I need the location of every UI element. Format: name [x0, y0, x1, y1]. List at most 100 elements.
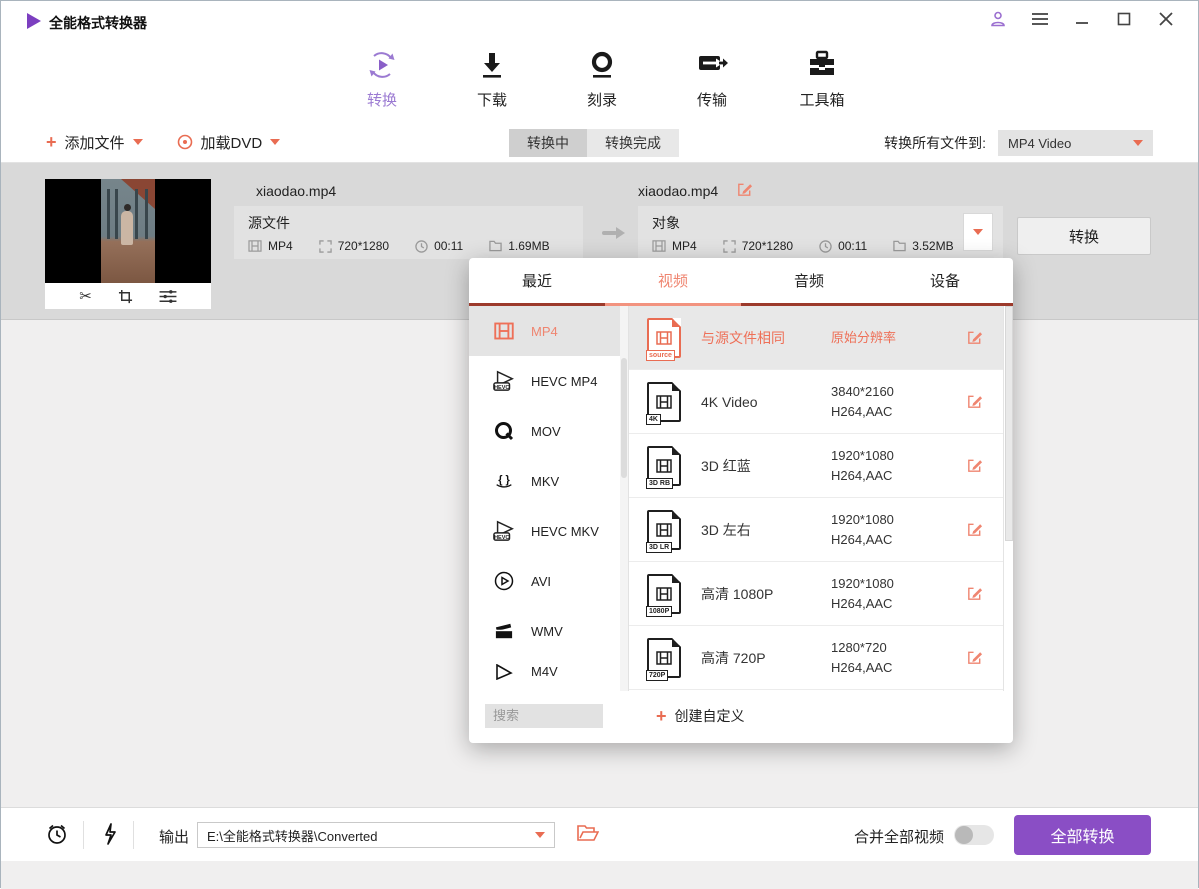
hevc-play-icon: HEVC [491, 520, 517, 542]
transfer-icon [695, 49, 729, 81]
create-custom-button[interactable]: + 创建自定义 [656, 706, 745, 726]
popup-tab-video[interactable]: 视频 [605, 258, 741, 303]
tab-finished[interactable]: 转换完成 [587, 129, 679, 157]
edit-preset-icon[interactable] [966, 649, 983, 666]
merge-videos-toggle[interactable] [954, 825, 994, 845]
preset-same-as-source[interactable]: source 与源文件相同 原始分辨率 [629, 306, 1013, 370]
close-button[interactable] [1156, 9, 1176, 29]
convert-file-button[interactable]: 转换 [1017, 217, 1151, 255]
format-item-mkv[interactable]: { } MKV [469, 456, 628, 506]
nav-label-convert: 转换 [367, 89, 397, 110]
edit-preset-icon[interactable] [966, 521, 983, 538]
format-item-avi[interactable]: AVI [469, 556, 628, 606]
convert-status-tabs: 转换中 转换完成 [509, 129, 679, 157]
folder-size-icon [893, 240, 906, 252]
edit-preset-icon[interactable] [966, 393, 983, 410]
footer-bar: 输出 E:\全能格式转换器\Converted 合并全部视频 全部转换 [1, 807, 1198, 861]
preset-hd-1080p[interactable]: 1080P 高清 1080P 1920*1080H264,AAC [629, 562, 1013, 626]
preset-3d-left-right[interactable]: 3D LR 3D 左右 1920*1080H264,AAC [629, 498, 1013, 562]
chevron-down-icon [270, 139, 280, 145]
nav-tab-convert[interactable]: 转换 [346, 49, 418, 110]
load-dvd-label: 加载DVD [201, 132, 263, 153]
thumbnail-toolbar: ✂ [45, 283, 211, 309]
resolution-icon [319, 240, 332, 253]
clapperboard-icon [491, 622, 517, 640]
chevron-down-icon [535, 832, 545, 838]
output-path-value: E:\全能格式转换器\Converted [207, 826, 378, 845]
format-search-input[interactable] [485, 704, 603, 728]
play-outline-icon [491, 664, 517, 680]
crop-icon[interactable] [118, 289, 133, 304]
load-dvd-button[interactable]: 加载DVD [177, 132, 281, 153]
target-file-name: xiaodao.mp4 [638, 183, 718, 199]
quicktime-icon [491, 421, 517, 441]
tab-converting[interactable]: 转换中 [509, 129, 587, 157]
mp4-format-icon [491, 322, 517, 340]
source-info-box: 源文件 MP4 720*1280 00:11 1.69MB [234, 206, 583, 259]
matroska-icon: { } [491, 471, 517, 491]
preset-list-scrollbar[interactable] [1003, 306, 1013, 691]
format-item-hevc-mp4[interactable]: HEVC HEVC MP4 [469, 356, 628, 406]
source-preset-icon: source [647, 318, 681, 358]
nav-tab-transfer[interactable]: 传输 [676, 49, 748, 110]
target-size: 3.52MB [912, 239, 953, 253]
account-icon[interactable] [988, 9, 1008, 29]
output-path-select[interactable]: E:\全能格式转换器\Converted [197, 822, 555, 848]
toolbox-icon [806, 49, 838, 81]
burn-disc-icon [587, 49, 617, 81]
preset-4k-video[interactable]: 4K 4K Video 3840*2160H264,AAC [629, 370, 1013, 434]
popup-tab-device[interactable]: 设备 [877, 258, 1013, 303]
nav-tab-burn[interactable]: 刻录 [566, 49, 638, 110]
clock-icon [415, 240, 428, 253]
preset-3d-red-blue[interactable]: 3D RB 3D 红蓝 1920*1080H264,AAC [629, 434, 1013, 498]
target-resolution: 720*1280 [742, 239, 793, 253]
source-resolution: 720*1280 [338, 239, 389, 253]
schedule-alarm-icon[interactable] [45, 822, 69, 846]
effects-sliders-icon[interactable] [159, 289, 177, 304]
toolbar: + 添加文件 加载DVD 转换中 转换完成 转换所有文件到: MP4 Video [1, 122, 1198, 163]
main-nav: 转换 下载 刻录 传输 工具箱 [1, 41, 1198, 122]
popup-footer: + 创建自定义 [469, 691, 1013, 740]
preset-hd-720p[interactable]: 720P 高清 720P 1280*720H264,AAC [629, 626, 1013, 690]
folder-size-icon [489, 240, 502, 252]
edit-preset-icon[interactable] [966, 329, 983, 346]
convert-all-button[interactable]: 全部转换 [1014, 815, 1151, 855]
format-item-wmv[interactable]: WMV [469, 606, 628, 656]
target-label: 对象 [652, 213, 989, 233]
plus-icon: + [46, 133, 57, 151]
maximize-button[interactable] [1114, 9, 1134, 29]
4k-preset-icon: 4K [647, 382, 681, 422]
format-item-mov[interactable]: MOV [469, 406, 628, 456]
output-format-select[interactable]: MP4 Video [998, 130, 1153, 156]
add-file-button[interactable]: + 添加文件 [46, 132, 143, 153]
format-list-scrollbar[interactable] [620, 306, 628, 691]
minimize-button[interactable] [1072, 9, 1092, 29]
edit-preset-icon[interactable] [966, 457, 983, 474]
trim-scissors-icon[interactable]: ✂ [79, 289, 92, 304]
edit-preset-icon[interactable] [966, 585, 983, 602]
target-format-dropdown-button[interactable] [963, 213, 993, 251]
rename-edit-icon[interactable] [736, 181, 753, 198]
format-list: MP4 HEVC HEVC MP4 MOV { } MKV HEVC HEVC … [469, 306, 629, 691]
app-logo-icon [25, 12, 43, 30]
video-thumbnail[interactable] [45, 179, 211, 283]
open-folder-icon[interactable] [577, 824, 599, 842]
format-popup-tabs: 最近 视频 音频 设备 [469, 258, 1013, 306]
nav-tab-download[interactable]: 下载 [456, 49, 528, 110]
format-item-m4v[interactable]: M4V [469, 656, 628, 689]
menu-icon[interactable] [1030, 9, 1050, 29]
convert-all-to-label: 转换所有文件到: [884, 133, 986, 153]
resolution-icon [723, 240, 736, 253]
output-format-value: MP4 Video [1008, 136, 1071, 151]
svg-text:{ }: { } [498, 474, 510, 486]
hevc-play-icon: HEVC [491, 370, 517, 392]
hardware-acceleration-icon[interactable] [101, 822, 119, 846]
popup-tab-recent[interactable]: 最近 [469, 258, 605, 303]
chevron-down-icon [133, 139, 143, 145]
format-item-hevc-mkv[interactable]: HEVC HEVC MKV [469, 506, 628, 556]
output-label: 输出 [159, 826, 189, 847]
format-item-mp4[interactable]: MP4 [469, 306, 628, 356]
source-format: MP4 [268, 239, 293, 253]
popup-tab-audio[interactable]: 音频 [741, 258, 877, 303]
nav-tab-toolbox[interactable]: 工具箱 [786, 49, 858, 110]
